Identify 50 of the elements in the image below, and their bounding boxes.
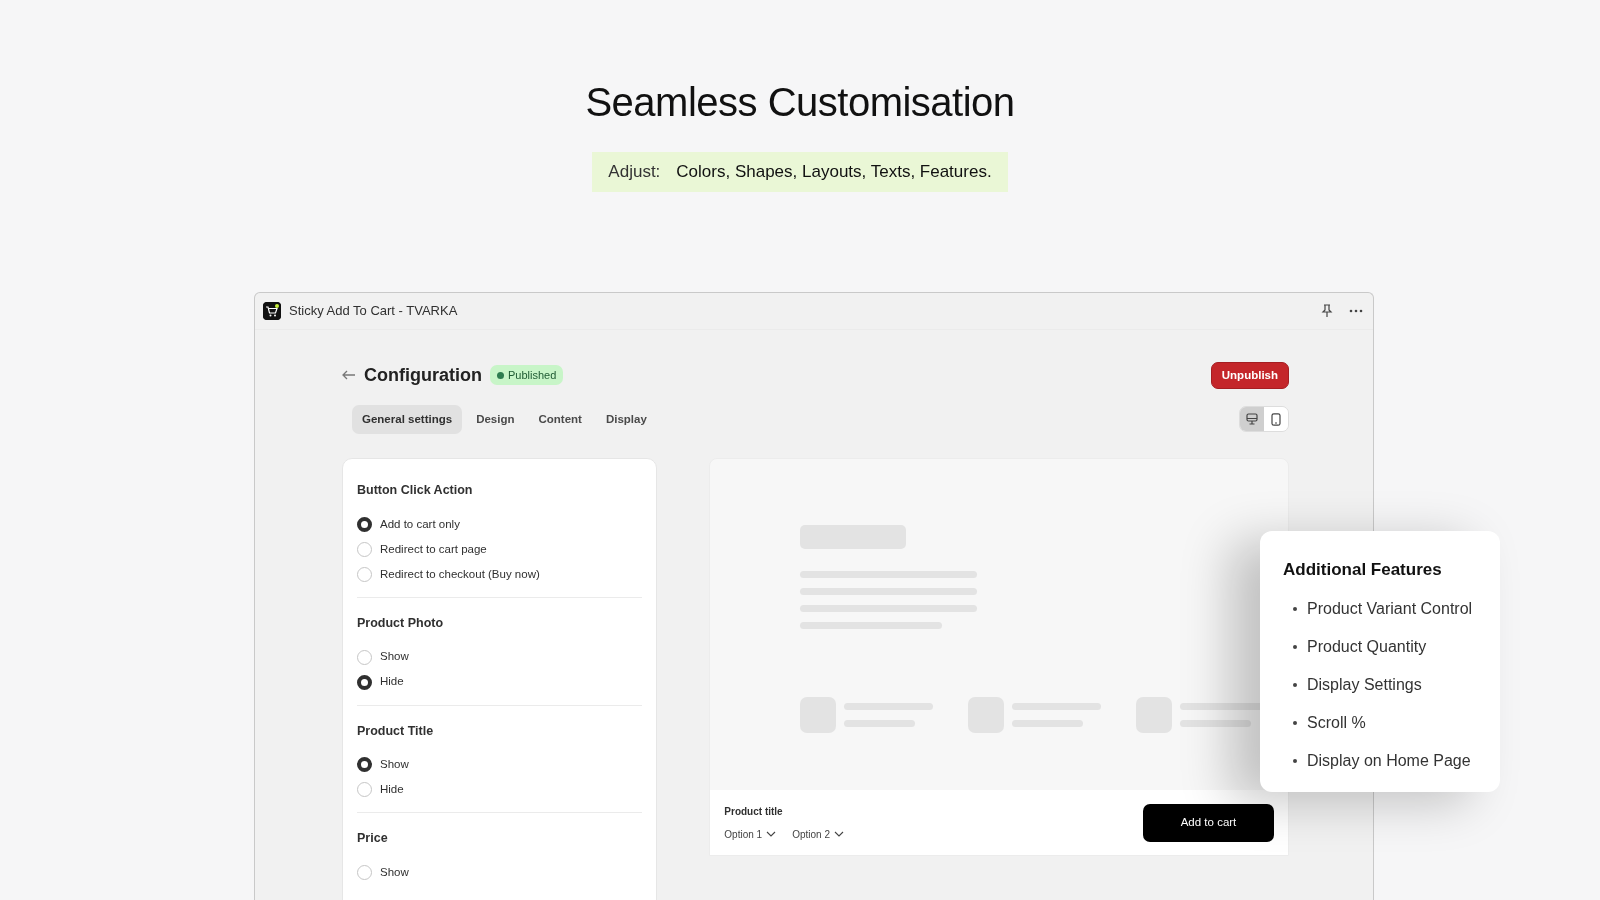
feature-item: Product Quantity [1307, 637, 1427, 657]
chevron-down-icon [766, 831, 777, 837]
section-title: Product Title [357, 722, 435, 740]
option-dropdown[interactable]: Option 2 [792, 826, 844, 842]
more-icon[interactable] [1349, 308, 1363, 313]
radio-button[interactable] [357, 757, 372, 773]
bullet-icon [1293, 759, 1297, 763]
unpublish-button[interactable]: Unpublish [1210, 361, 1289, 389]
window-title: Sticky Add To Cart - TVARKA [289, 301, 458, 320]
section-title: Price [357, 830, 389, 848]
pin-icon[interactable] [1321, 303, 1333, 318]
feature-item: Display on Home Page [1307, 751, 1471, 771]
cart-icon [263, 301, 281, 320]
feature-item: Scroll % [1307, 713, 1366, 733]
radio-label[interactable]: Hide [380, 781, 404, 799]
back-arrow-icon[interactable] [342, 370, 356, 381]
bullet-icon [1293, 645, 1297, 649]
product-title: Product title [724, 804, 784, 819]
feature-item: Display Settings [1307, 675, 1422, 695]
section-title: Product Photo [357, 614, 445, 632]
radio-label[interactable]: Show [380, 648, 409, 666]
option-dropdown[interactable]: Option 1 [724, 826, 777, 842]
tab[interactable]: Display [595, 404, 657, 434]
radio-label[interactable]: Redirect to checkout (Buy now) [380, 565, 540, 583]
feature-item: Product Variant Control [1307, 599, 1473, 619]
tab[interactable]: General settings [352, 404, 463, 434]
radio-label[interactable]: Show [380, 756, 409, 774]
features-title: Additional Features [1283, 558, 1443, 581]
page-heading: Seamless Customisation [585, 79, 1015, 126]
radio-label[interactable]: Redirect to cart page [380, 540, 487, 558]
skeleton-line [1180, 720, 1252, 727]
section-title: Button Click Action [357, 482, 474, 499]
radio-button[interactable] [357, 674, 372, 690]
radio-label[interactable]: Hide [380, 673, 404, 691]
bullet-icon [1293, 607, 1297, 611]
tab[interactable]: Content [528, 404, 592, 434]
adjust-label: Adjust: [608, 161, 661, 183]
adjust-items: Colors, Shapes, Layouts, Texts, Features. [676, 161, 992, 183]
bullet-icon [1293, 683, 1297, 687]
status-badge: Published [490, 364, 564, 386]
radio-label[interactable]: Show [380, 863, 409, 882]
mobile-view-icon[interactable] [1264, 407, 1288, 432]
page-title: Configuration [364, 363, 482, 387]
desktop-view-icon[interactable] [1240, 407, 1264, 432]
bullet-icon [1293, 721, 1297, 725]
add-to-cart-button[interactable]: Add to cart [1143, 803, 1274, 842]
chevron-down-icon [833, 831, 844, 837]
radio-label[interactable]: Add to cart only [380, 515, 460, 533]
tab[interactable]: Design [466, 404, 525, 434]
radio-button[interactable] [357, 516, 372, 532]
